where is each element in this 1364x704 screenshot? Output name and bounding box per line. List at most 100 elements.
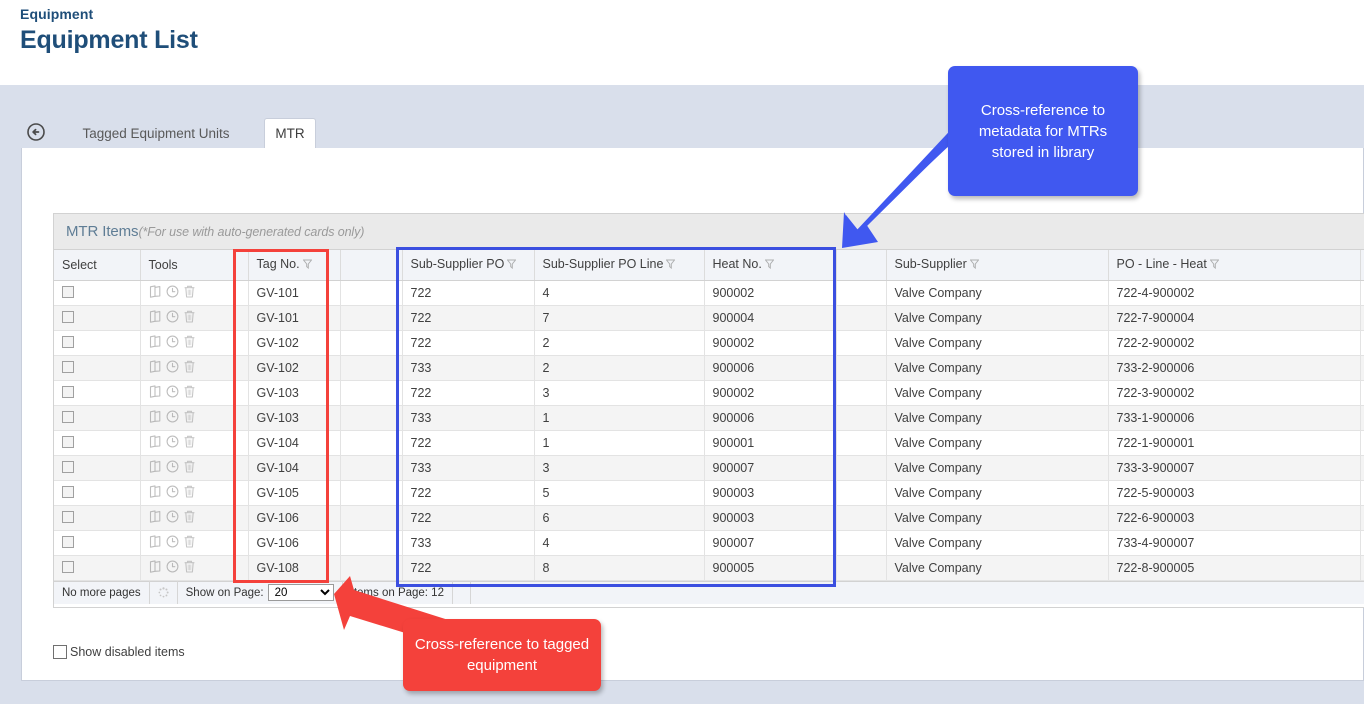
book-icon[interactable]: [149, 434, 162, 451]
row-tools-cell[interactable]: [140, 480, 249, 506]
column-header-tag-no[interactable]: Tag No.: [248, 250, 341, 281]
funnel-filter-icon[interactable]: [302, 258, 313, 272]
row-select-cell[interactable]: [54, 505, 141, 531]
book-icon[interactable]: [149, 384, 162, 401]
show-disabled-items-row[interactable]: Show disabled items: [53, 645, 185, 659]
row-select-cell[interactable]: [54, 280, 141, 306]
show-on-page-control[interactable]: Show on Page: 20: [178, 581, 343, 604]
row-select-cell[interactable]: [54, 530, 141, 556]
book-icon[interactable]: [149, 509, 162, 526]
clock-icon[interactable]: [166, 560, 179, 576]
clock-icon[interactable]: [166, 435, 179, 451]
trash-icon[interactable]: [183, 435, 196, 451]
row-select-cell[interactable]: [54, 305, 141, 331]
trash-icon[interactable]: [183, 535, 196, 551]
trash-icon[interactable]: [183, 485, 196, 501]
trash-icon[interactable]: [183, 510, 196, 526]
table-row[interactable]: GV-102 722 2 900002 Valve Company 722-2-90000…: [54, 330, 1364, 356]
funnel-filter-icon[interactable]: [665, 258, 676, 272]
clock-icon[interactable]: [166, 410, 179, 426]
row-select-checkbox[interactable]: [62, 285, 74, 298]
row-tools-cell[interactable]: [140, 505, 249, 531]
row-select-checkbox[interactable]: [62, 360, 74, 373]
row-select-checkbox[interactable]: [62, 335, 74, 348]
column-header-select[interactable]: Select: [54, 250, 141, 281]
row-select-cell[interactable]: [54, 380, 141, 406]
trash-icon[interactable]: [183, 560, 196, 576]
funnel-filter-icon[interactable]: [764, 258, 775, 272]
row-tools-cell[interactable]: [140, 455, 249, 481]
row-select-cell[interactable]: [54, 405, 141, 431]
row-tools-cell[interactable]: [140, 430, 249, 456]
column-header-heat-no[interactable]: Heat No.: [704, 250, 837, 281]
show-disabled-items-checkbox[interactable]: [53, 645, 67, 659]
clock-icon[interactable]: [166, 510, 179, 526]
trash-icon[interactable]: [183, 360, 196, 376]
clock-icon[interactable]: [166, 535, 179, 551]
column-header-sub-supplier[interactable]: Sub-Supplier: [886, 250, 1109, 281]
trash-icon[interactable]: [183, 410, 196, 426]
row-select-cell[interactable]: [54, 480, 141, 506]
row-select-checkbox[interactable]: [62, 485, 74, 498]
table-row[interactable]: GV-106 733 4 900007 Valve Company 733-4-90000…: [54, 530, 1364, 556]
row-select-checkbox[interactable]: [62, 510, 74, 523]
row-select-checkbox[interactable]: [62, 560, 74, 573]
row-select-cell[interactable]: [54, 355, 141, 381]
funnel-filter-icon[interactable]: [969, 258, 980, 272]
row-tools-cell[interactable]: [140, 380, 249, 406]
trash-icon[interactable]: [183, 285, 196, 301]
row-select-cell[interactable]: [54, 555, 141, 581]
tab-mtr[interactable]: MTR: [264, 118, 316, 148]
table-row[interactable]: GV-103 733 1 900006 Valve Company 733-1-90000…: [54, 405, 1364, 431]
row-select-checkbox[interactable]: [62, 460, 74, 473]
row-tools-cell[interactable]: [140, 305, 249, 331]
row-select-checkbox[interactable]: [62, 310, 74, 323]
row-tools-cell[interactable]: [140, 555, 249, 581]
row-select-cell[interactable]: [54, 455, 141, 481]
row-select-cell[interactable]: [54, 330, 141, 356]
breadcrumb[interactable]: Equipment: [20, 6, 93, 22]
book-icon[interactable]: [149, 534, 162, 551]
column-header-po-line-heat[interactable]: PO - Line - Heat: [1108, 250, 1361, 281]
column-header-sub-supplier-po[interactable]: Sub-Supplier PO: [402, 250, 535, 281]
row-select-cell[interactable]: [54, 430, 141, 456]
book-icon[interactable]: [149, 334, 162, 351]
trash-icon[interactable]: [183, 310, 196, 326]
back-circle-arrow-icon[interactable]: [27, 123, 45, 141]
row-select-checkbox[interactable]: [62, 385, 74, 398]
clock-icon[interactable]: [166, 460, 179, 476]
row-select-checkbox[interactable]: [62, 435, 74, 448]
table-row[interactable]: GV-101 722 4 900002 Valve Company 722-4-90000…: [54, 280, 1364, 306]
row-tools-cell[interactable]: [140, 405, 249, 431]
row-select-checkbox[interactable]: [62, 535, 74, 548]
trash-icon[interactable]: [183, 385, 196, 401]
table-row[interactable]: GV-106 722 6 900003 Valve Company 722-6-90000…: [54, 505, 1364, 531]
funnel-filter-icon[interactable]: [1209, 258, 1220, 272]
tab-tagged-equipment-units[interactable]: Tagged Equipment Units: [72, 119, 240, 148]
table-row[interactable]: GV-102 733 2 900006 Valve Company 733-2-90000…: [54, 355, 1364, 381]
table-row[interactable]: GV-104 733 3 900007 Valve Company 733-3-90000…: [54, 455, 1364, 481]
table-row[interactable]: GV-108 722 8 900005 Valve Company 722-8-90000…: [54, 555, 1364, 581]
book-icon[interactable]: [149, 459, 162, 476]
funnel-filter-icon[interactable]: [506, 258, 517, 272]
table-row[interactable]: GV-103 722 3 900002 Valve Company 722-3-90000…: [54, 380, 1364, 406]
column-header-sub-supplier-po-line[interactable]: Sub-Supplier PO Line: [534, 250, 705, 281]
clock-icon[interactable]: [166, 385, 179, 401]
row-tools-cell[interactable]: [140, 330, 249, 356]
book-icon[interactable]: [149, 484, 162, 501]
page-size-select[interactable]: 20: [267, 584, 334, 601]
table-row[interactable]: GV-104 722 1 900001 Valve Company 722-1-90000…: [54, 430, 1364, 456]
trash-icon[interactable]: [183, 335, 196, 351]
book-icon[interactable]: [149, 359, 162, 376]
row-tools-cell[interactable]: [140, 355, 249, 381]
clock-icon[interactable]: [166, 485, 179, 501]
clock-icon[interactable]: [166, 360, 179, 376]
row-select-checkbox[interactable]: [62, 410, 74, 423]
row-tools-cell[interactable]: [140, 530, 249, 556]
table-row[interactable]: GV-105 722 5 900003 Valve Company 722-5-90000…: [54, 480, 1364, 506]
row-tools-cell[interactable]: [140, 280, 249, 306]
book-icon[interactable]: [149, 309, 162, 326]
refresh-spinner-icon[interactable]: [150, 581, 178, 604]
book-icon[interactable]: [149, 409, 162, 426]
trash-icon[interactable]: [183, 460, 196, 476]
